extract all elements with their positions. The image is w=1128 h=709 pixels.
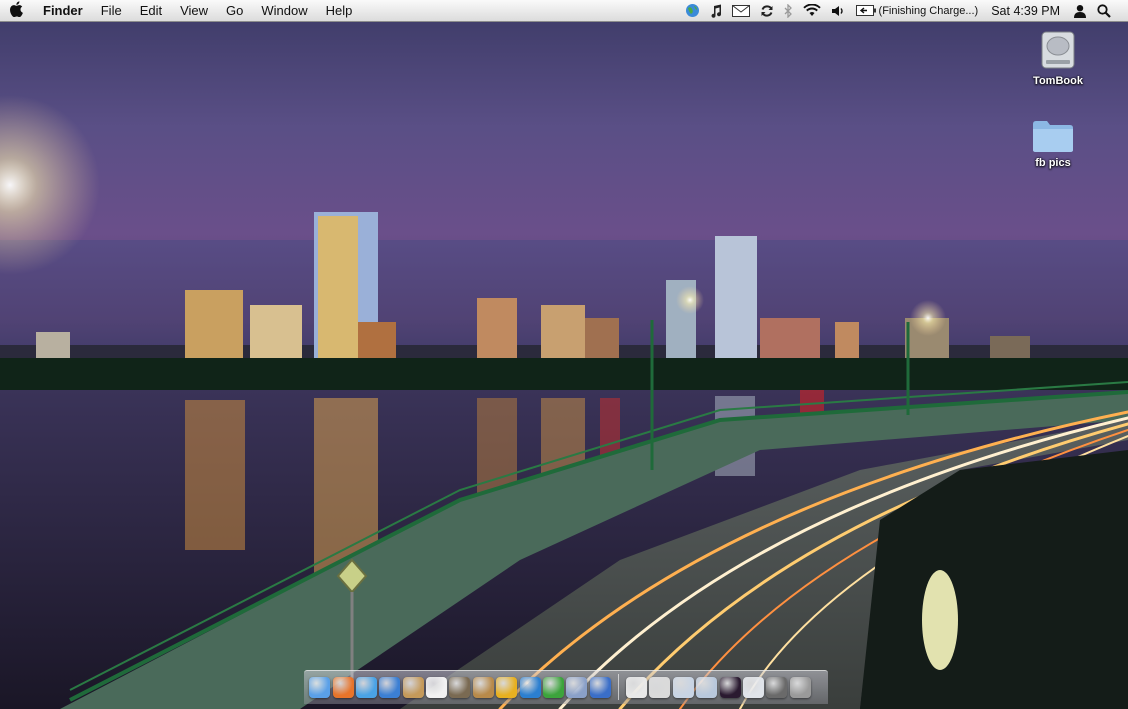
mail-app-icon[interactable] [566,677,588,698]
mail-icon[interactable] [727,0,755,21]
preview-icon[interactable] [472,677,494,698]
music-note-icon[interactable] [705,0,727,21]
desktop-icon-label: TomBook [1033,75,1083,87]
trash-icon[interactable] [789,677,811,698]
excel-icon[interactable] [542,677,564,698]
volume-icon[interactable] [826,0,851,21]
battery-text: (Finishing Charge...) [878,4,979,17]
stack-icon[interactable] [766,677,788,698]
dock-separator [617,674,619,700]
document-icon[interactable] [649,677,671,698]
finder-icon[interactable] [309,677,331,698]
document-icon[interactable] [626,677,648,698]
safari-icon[interactable] [589,677,611,698]
desktop-icon-label: fb pics [1035,157,1071,169]
bluetooth-icon[interactable] [779,0,798,21]
link-app-icon[interactable] [496,677,518,698]
dock-apps [308,677,612,704]
spotlight-search-icon[interactable] [1092,0,1116,21]
window-thumbnail-icon[interactable] [672,677,694,698]
desktop-background: Finder File Edit View Go Window Help (Fi… [0,0,1128,709]
wallpaper-scene [0,95,1128,709]
menu-app-name[interactable]: Finder [34,0,92,21]
menu-edit[interactable]: Edit [131,0,171,21]
folder-icon [1033,121,1073,152]
status-menus: (Finishing Charge...) Sat 4:39 PM [680,0,1128,21]
dock [304,670,828,704]
itunes-icon[interactable] [379,677,401,698]
menu-bar: Finder File Edit View Go Window Help (Fi… [0,0,1128,22]
firefox-icon[interactable] [332,677,354,698]
menu-help[interactable]: Help [317,0,362,21]
menu-go[interactable]: Go [217,0,252,21]
dock-documents [625,677,812,704]
battery-icon [855,5,876,16]
globe-icon[interactable] [680,0,705,21]
desktop-icon-fb-pics[interactable]: fb pics [1013,118,1093,169]
iphoto-icon[interactable] [449,677,471,698]
menubar-clock[interactable]: Sat 4:39 PM [983,0,1068,21]
menu-window[interactable]: Window [252,0,316,21]
desktop-icon-tombook[interactable]: TomBook [1018,28,1098,87]
user-icon[interactable] [1068,0,1092,21]
menu-view[interactable]: View [171,0,217,21]
menu-file[interactable]: File [92,0,131,21]
album-art-icon[interactable] [719,677,741,698]
address-book-icon[interactable] [402,677,424,698]
ical-icon[interactable] [426,677,448,698]
word-icon[interactable] [519,677,541,698]
window-thumbnail-icon[interactable] [696,677,718,698]
apple-menu-icon[interactable] [0,0,34,21]
sync-icon[interactable] [755,0,779,21]
hard-drive-icon [1041,31,1075,69]
wifi-icon[interactable] [798,0,826,21]
ichat-icon[interactable] [355,677,377,698]
battery-status[interactable]: (Finishing Charge...) [851,0,984,21]
document-icon[interactable] [742,677,764,698]
